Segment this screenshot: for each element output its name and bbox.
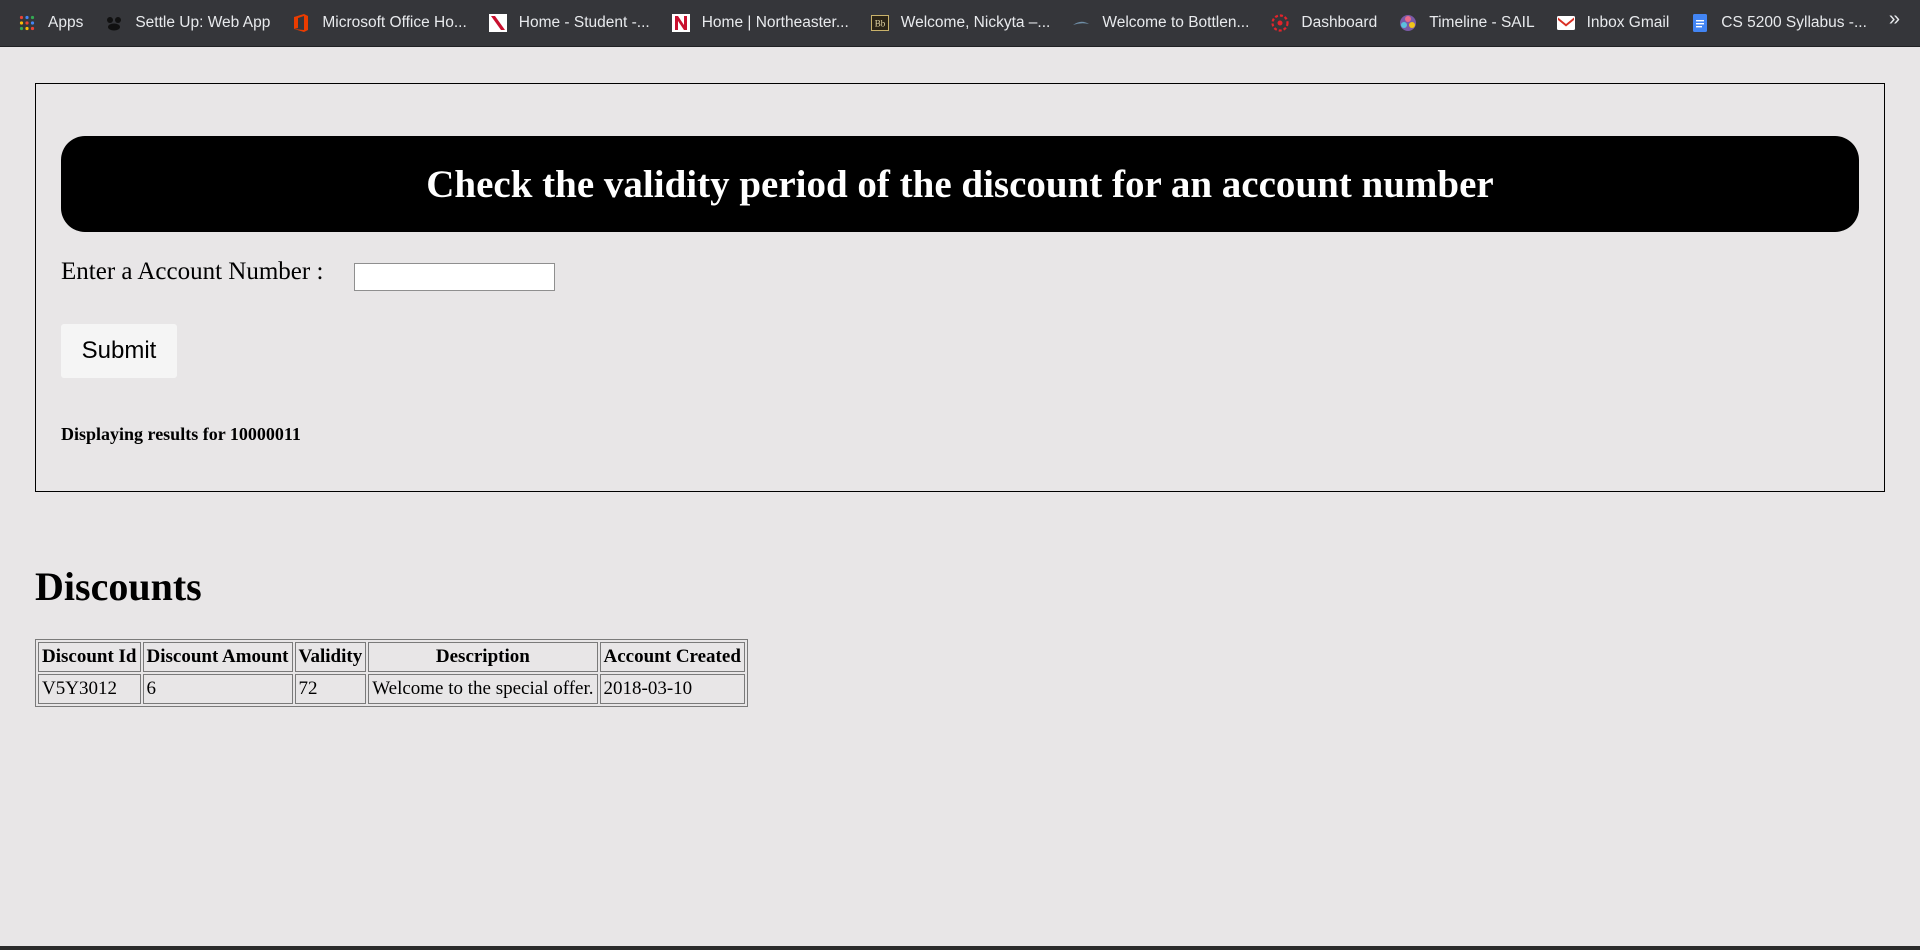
- bookmark-dashboard[interactable]: Dashboard: [1271, 7, 1387, 39]
- window-bottom-edge: [0, 946, 1920, 950]
- sail-icon: [1399, 14, 1417, 32]
- bookmark-label: Apps: [48, 14, 84, 31]
- cell-description: Welcome to the special offer.: [368, 674, 598, 704]
- table-row: V5Y3012 6 72 Welcome to the special offe…: [38, 674, 745, 704]
- column-header-discount-amount: Discount Amount: [142, 642, 293, 672]
- bookmark-label: Home - Student -...: [518, 14, 650, 31]
- northeastern-icon: [671, 14, 690, 32]
- bookmarks-bar: Apps Settle Up: Web App Microsoft Office…: [0, 0, 1920, 47]
- bookmark-label: Home | Northeaster...: [701, 14, 849, 31]
- discounts-table: Discount Id Discount Amount Validity Des…: [35, 639, 748, 707]
- column-header-description: Description: [368, 642, 598, 672]
- bookmark-gmail[interactable]: Inbox Gmail: [1556, 7, 1680, 39]
- bookmark-settle-up[interactable]: Settle Up: Web App: [105, 7, 280, 39]
- settle-up-icon: [105, 14, 123, 32]
- table-header-row: Discount Id Discount Amount Validity Des…: [38, 642, 745, 672]
- bookmark-label: Welcome, Nickyta –...: [900, 14, 1051, 31]
- bookmark-label: Dashboard: [1301, 14, 1378, 31]
- apps-grid-icon: [18, 14, 36, 32]
- cell-discount-id: V5Y3012: [38, 674, 141, 704]
- discounts-heading: Discounts: [35, 564, 202, 609]
- page-title: Check the validity period of the discoun…: [426, 162, 1494, 206]
- bookmark-office[interactable]: Microsoft Office Ho...: [292, 7, 476, 39]
- bookmark-student-home[interactable]: Home - Student -...: [488, 7, 660, 39]
- bookmark-label: Microsoft Office Ho...: [322, 14, 467, 31]
- cell-discount-amount: 6: [142, 674, 293, 704]
- gmail-icon: [1556, 14, 1575, 32]
- bookmark-label: CS 5200 Syllabus -...: [1721, 14, 1867, 31]
- blackboard-icon: Bb: [870, 14, 889, 32]
- bottlenose-icon: [1072, 14, 1090, 32]
- northeastern-icon: [488, 14, 507, 32]
- cell-account-created: 2018-03-10: [599, 674, 745, 704]
- bookmark-label: Settle Up: Web App: [135, 14, 271, 31]
- bookmark-cs5200-syllabus[interactable]: CS 5200 Syllabus -...: [1691, 7, 1877, 39]
- google-docs-icon: [1691, 14, 1709, 32]
- svg-text:Bb: Bb: [874, 19, 885, 29]
- bookmark-label: Inbox Gmail: [1586, 14, 1670, 31]
- canvas-icon: [1271, 14, 1289, 32]
- account-number-label: Enter a Account Number :: [61, 258, 324, 285]
- results-status-text: Displaying results for 10000011: [61, 424, 301, 444]
- submit-button[interactable]: Submit: [61, 324, 177, 378]
- column-header-discount-id: Discount Id: [38, 642, 141, 672]
- bookmark-bottlenose[interactable]: Welcome to Bottlen...: [1072, 7, 1259, 39]
- column-header-account-created: Account Created: [599, 642, 745, 672]
- column-header-validity: Validity: [294, 642, 367, 672]
- cell-validity: 72: [294, 674, 367, 704]
- more-bookmarks-chevron-icon[interactable]: »: [1889, 8, 1900, 31]
- bookmark-sail[interactable]: Timeline - SAIL: [1399, 7, 1544, 39]
- discount-check-form: Check the validity period of the discoun…: [35, 83, 1885, 492]
- bookmark-northeastern[interactable]: Home | Northeaster...: [671, 7, 859, 39]
- bookmark-label: Welcome to Bottlen...: [1102, 14, 1250, 31]
- bookmark-apps[interactable]: Apps: [18, 7, 93, 39]
- office-icon: [292, 14, 310, 32]
- page-heading-banner: Check the validity period of the discoun…: [61, 136, 1859, 232]
- bookmark-blackboard[interactable]: Bb Welcome, Nickyta –...: [870, 7, 1061, 39]
- bookmark-label: Timeline - SAIL: [1429, 14, 1535, 31]
- account-number-input[interactable]: [354, 263, 555, 291]
